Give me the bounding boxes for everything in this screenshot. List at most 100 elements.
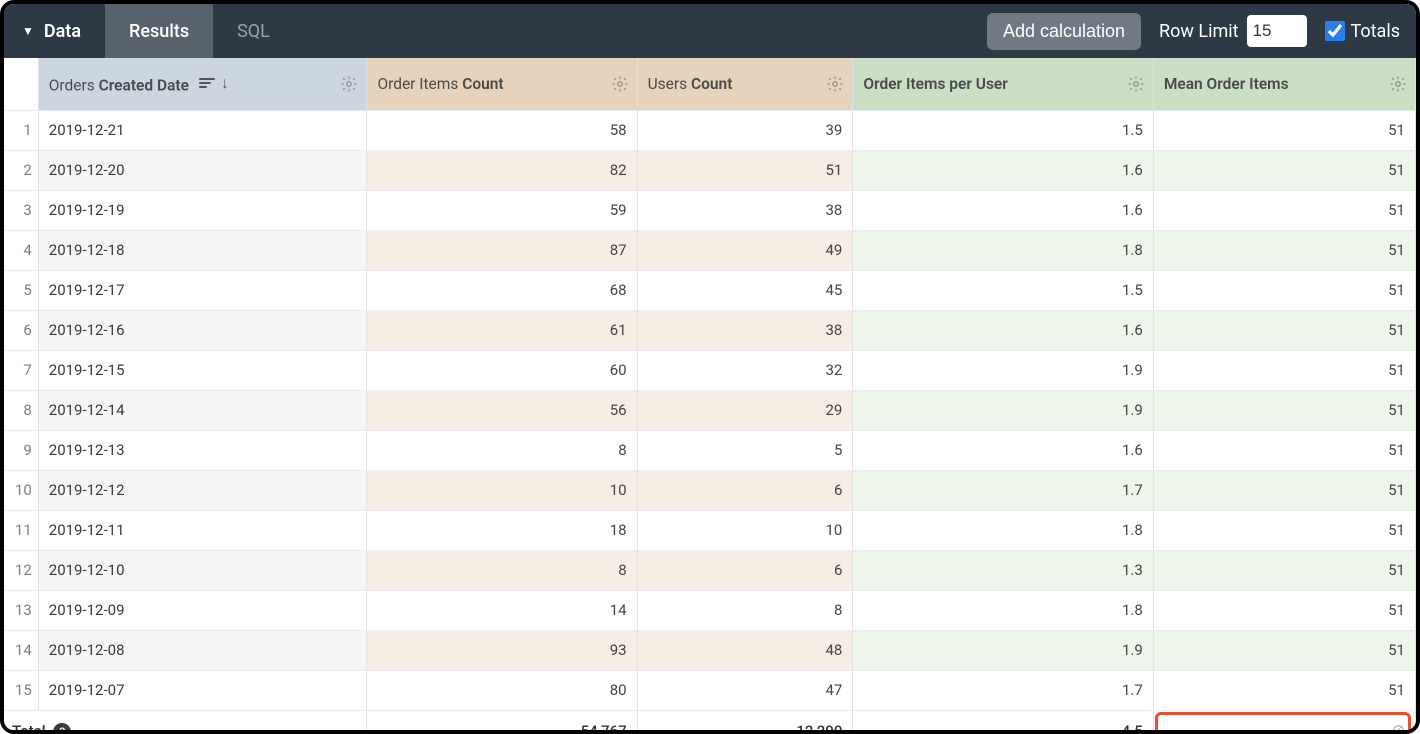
cell-order-items-count[interactable]: 8 — [367, 550, 637, 590]
cell-users-count[interactable]: 39 — [637, 110, 853, 150]
cell-mean-order-items[interactable]: 51 — [1153, 590, 1415, 630]
cell-date[interactable]: 2019-12-10 — [38, 550, 367, 590]
cell-mean-order-items[interactable]: 51 — [1153, 390, 1415, 430]
cell-items-per-user[interactable]: 1.3 — [853, 550, 1153, 590]
cell-users-count[interactable]: 51 — [637, 150, 853, 190]
cell-order-items-count[interactable]: 60 — [367, 350, 637, 390]
cell-items-per-user[interactable]: 1.6 — [853, 310, 1153, 350]
cell-order-items-count[interactable]: 87 — [367, 230, 637, 270]
cell-order-items-count[interactable]: 82 — [367, 150, 637, 190]
gear-icon[interactable] — [1389, 75, 1407, 93]
add-calculation-button[interactable]: Add calculation — [987, 13, 1141, 50]
tab-data-label: Data — [44, 21, 81, 42]
cell-date[interactable]: 2019-12-19 — [38, 190, 367, 230]
cell-order-items-count[interactable]: 80 — [367, 670, 637, 710]
cell-order-items-count[interactable]: 59 — [367, 190, 637, 230]
cell-users-count[interactable]: 47 — [637, 670, 853, 710]
header-created-date[interactable]: Orders Created Date ↓ — [38, 58, 367, 110]
cell-order-items-count[interactable]: 18 — [367, 510, 637, 550]
cell-mean-order-items[interactable]: 51 — [1153, 510, 1415, 550]
cell-users-count[interactable]: 29 — [637, 390, 853, 430]
table-row: 102019-12-121061.751 — [4, 470, 1416, 510]
cell-items-per-user[interactable]: 1.9 — [853, 390, 1153, 430]
cell-mean-order-items[interactable]: 51 — [1153, 550, 1415, 590]
header-mean-order-items[interactable]: Mean Order Items — [1153, 58, 1415, 110]
cell-date[interactable]: 2019-12-11 — [38, 510, 367, 550]
header-date-prefix: Orders — [49, 76, 99, 94]
cell-mean-order-items[interactable]: 51 — [1153, 150, 1415, 190]
cell-order-items-count[interactable]: 56 — [367, 390, 637, 430]
cell-date[interactable]: 2019-12-07 — [38, 670, 367, 710]
cell-users-count[interactable]: 32 — [637, 350, 853, 390]
header-users-count[interactable]: Users Count — [637, 58, 853, 110]
cell-users-count[interactable]: 8 — [637, 590, 853, 630]
cell-items-per-user[interactable]: 1.8 — [853, 590, 1153, 630]
cell-mean-order-items[interactable]: 51 — [1153, 430, 1415, 470]
gear-icon[interactable] — [611, 75, 629, 93]
cell-order-items-count[interactable]: 61 — [367, 310, 637, 350]
header-row: Orders Created Date ↓ Order Items Count — [4, 58, 1416, 110]
cell-mean-order-items[interactable]: 51 — [1153, 230, 1415, 270]
totals-checkbox[interactable] — [1325, 21, 1345, 41]
gear-icon[interactable] — [826, 75, 844, 93]
tab-results[interactable]: Results — [105, 4, 213, 58]
cell-items-per-user[interactable]: 1.5 — [853, 270, 1153, 310]
cell-items-per-user[interactable]: 1.9 — [853, 630, 1153, 670]
cell-users-count[interactable]: 38 — [637, 190, 853, 230]
tab-sql[interactable]: SQL — [213, 4, 294, 58]
cell-date[interactable]: 2019-12-16 — [38, 310, 367, 350]
cell-items-per-user[interactable]: 1.6 — [853, 190, 1153, 230]
cell-items-per-user[interactable]: 1.5 — [853, 110, 1153, 150]
cell-users-count[interactable]: 48 — [637, 630, 853, 670]
cell-users-count[interactable]: 6 — [637, 470, 853, 510]
cell-mean-order-items[interactable]: 51 — [1153, 630, 1415, 670]
header-items-per-user[interactable]: Order Items per User — [853, 58, 1153, 110]
cell-mean-order-items[interactable]: 51 — [1153, 470, 1415, 510]
cell-users-count[interactable]: 10 — [637, 510, 853, 550]
gear-icon[interactable] — [1127, 75, 1145, 93]
cell-order-items-count[interactable]: 8 — [367, 430, 637, 470]
cell-date[interactable]: 2019-12-21 — [38, 110, 367, 150]
cell-date[interactable]: 2019-12-20 — [38, 150, 367, 190]
cell-items-per-user[interactable]: 1.9 — [853, 350, 1153, 390]
cell-items-per-user[interactable]: 1.7 — [853, 670, 1153, 710]
tab-data[interactable]: ▼ Data — [4, 4, 105, 58]
gear-icon[interactable] — [340, 75, 358, 93]
cell-users-count[interactable]: 38 — [637, 310, 853, 350]
cell-items-per-user[interactable]: 1.6 — [853, 430, 1153, 470]
cell-date[interactable]: 2019-12-09 — [38, 590, 367, 630]
cell-items-per-user[interactable]: 1.7 — [853, 470, 1153, 510]
cell-order-items-count[interactable]: 14 — [367, 590, 637, 630]
cell-mean-order-items[interactable]: 51 — [1153, 350, 1415, 390]
table-row: 42019-12-1887491.851 — [4, 230, 1416, 270]
cell-mean-order-items[interactable]: 51 — [1153, 310, 1415, 350]
cell-items-per-user[interactable]: 1.8 — [853, 510, 1153, 550]
cell-order-items-count[interactable]: 68 — [367, 270, 637, 310]
cell-mean-order-items[interactable]: 51 — [1153, 670, 1415, 710]
cell-users-count[interactable]: 45 — [637, 270, 853, 310]
cell-order-items-count[interactable]: 58 — [367, 110, 637, 150]
row-number: 10 — [4, 470, 38, 510]
cell-date[interactable]: 2019-12-18 — [38, 230, 367, 270]
cell-mean-order-items[interactable]: 51 — [1153, 270, 1415, 310]
cell-date[interactable]: 2019-12-13 — [38, 430, 367, 470]
cell-items-per-user[interactable]: 1.8 — [853, 230, 1153, 270]
cell-order-items-count[interactable]: 93 — [367, 630, 637, 670]
cell-users-count[interactable]: 5 — [637, 430, 853, 470]
cell-users-count[interactable]: 49 — [637, 230, 853, 270]
cell-date[interactable]: 2019-12-12 — [38, 470, 367, 510]
help-icon[interactable]: ? — [53, 723, 71, 730]
row-limit-input[interactable] — [1247, 15, 1307, 47]
header-order-items-count[interactable]: Order Items Count — [367, 58, 637, 110]
cell-mean-order-items[interactable]: 51 — [1153, 190, 1415, 230]
totals-mean-value: ∅ — [1392, 722, 1405, 730]
cell-date[interactable]: 2019-12-08 — [38, 630, 367, 670]
cell-date[interactable]: 2019-12-17 — [38, 270, 367, 310]
cell-order-items-count[interactable]: 10 — [367, 470, 637, 510]
cell-date[interactable]: 2019-12-15 — [38, 350, 367, 390]
table-row: 152019-12-0780471.751 — [4, 670, 1416, 710]
cell-mean-order-items[interactable]: 51 — [1153, 110, 1415, 150]
cell-items-per-user[interactable]: 1.6 — [853, 150, 1153, 190]
cell-date[interactable]: 2019-12-14 — [38, 390, 367, 430]
cell-users-count[interactable]: 6 — [637, 550, 853, 590]
